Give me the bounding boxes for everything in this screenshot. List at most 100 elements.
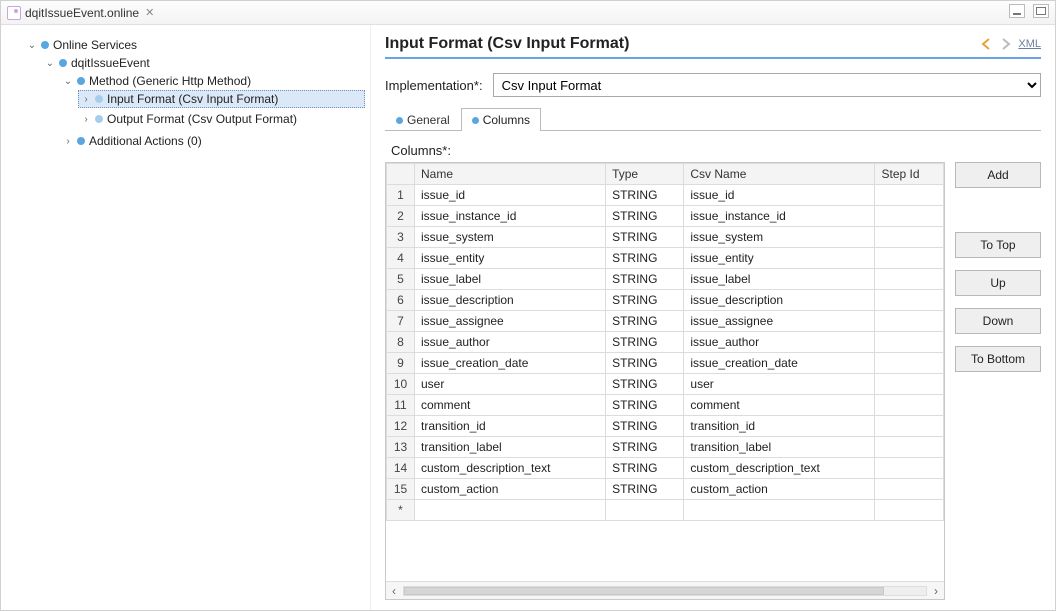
chevron-down-icon[interactable]: ⌄ <box>45 58 55 69</box>
cell-type[interactable]: STRING <box>606 416 684 437</box>
scroll-left-icon[interactable]: ‹ <box>386 582 402 599</box>
table-row[interactable]: 5issue_labelSTRINGissue_label <box>387 269 944 290</box>
cell-name[interactable]: issue_author <box>415 332 606 353</box>
nav-forward-icon[interactable] <box>998 37 1012 51</box>
cell-step-id[interactable] <box>875 206 944 227</box>
cell-name[interactable]: issue_entity <box>415 248 606 269</box>
table-row[interactable]: 8issue_authorSTRINGissue_author <box>387 332 944 353</box>
scroll-track[interactable] <box>403 586 927 596</box>
cell-csv-name[interactable]: issue_entity <box>684 248 875 269</box>
cell-type[interactable]: STRING <box>606 332 684 353</box>
cell-name[interactable]: custom_description_text <box>415 458 606 479</box>
table-row[interactable]: 10userSTRINGuser <box>387 374 944 395</box>
table-row[interactable]: 14custom_description_textSTRINGcustom_de… <box>387 458 944 479</box>
cell-type[interactable]: STRING <box>606 206 684 227</box>
tree-node-method[interactable]: ⌄ Method (Generic Http Method) <box>61 73 364 89</box>
cell-step-id[interactable] <box>875 290 944 311</box>
cell-name[interactable]: custom_action <box>415 479 606 500</box>
cell-type[interactable]: STRING <box>606 227 684 248</box>
editor-tab-title[interactable]: dqitIssueEvent.online <box>25 6 139 20</box>
table-row[interactable]: 6issue_descriptionSTRINGissue_descriptio… <box>387 290 944 311</box>
chevron-down-icon[interactable]: ⌄ <box>27 40 37 51</box>
table-row[interactable]: 4issue_entitySTRINGissue_entity <box>387 248 944 269</box>
cell-type[interactable]: STRING <box>606 290 684 311</box>
table-row[interactable]: 7issue_assigneeSTRINGissue_assignee <box>387 311 944 332</box>
cell-type[interactable]: STRING <box>606 269 684 290</box>
cell-step-id[interactable] <box>875 269 944 290</box>
col-header-csv-name[interactable]: Csv Name <box>684 164 875 185</box>
cell-type[interactable]: STRING <box>606 437 684 458</box>
up-button[interactable]: Up <box>955 270 1041 296</box>
table-row[interactable]: 11commentSTRINGcomment <box>387 395 944 416</box>
cell-name[interactable]: issue_id <box>415 185 606 206</box>
cell-csv-name[interactable]: custom_action <box>684 479 875 500</box>
cell-csv-name[interactable] <box>684 500 875 521</box>
tab-general[interactable]: General <box>385 108 461 131</box>
cell-type[interactable]: STRING <box>606 374 684 395</box>
cell-name[interactable]: user <box>415 374 606 395</box>
cell-step-id[interactable] <box>875 395 944 416</box>
table-row[interactable]: 1issue_idSTRINGissue_id <box>387 185 944 206</box>
tree-node-output-format[interactable]: › Output Format (Csv Output Format) <box>79 111 364 127</box>
chevron-right-icon[interactable]: › <box>81 94 91 105</box>
cell-csv-name[interactable]: issue_description <box>684 290 875 311</box>
cell-type[interactable]: STRING <box>606 395 684 416</box>
cell-type[interactable] <box>606 500 684 521</box>
table-row[interactable]: 2issue_instance_idSTRINGissue_instance_i… <box>387 206 944 227</box>
cell-step-id[interactable] <box>875 248 944 269</box>
to-top-button[interactable]: To Top <box>955 232 1041 258</box>
col-header-type[interactable]: Type <box>606 164 684 185</box>
cell-csv-name[interactable]: issue_label <box>684 269 875 290</box>
cell-name[interactable]: issue_label <box>415 269 606 290</box>
table-row[interactable]: 12transition_idSTRINGtransition_id <box>387 416 944 437</box>
cell-csv-name[interactable]: custom_description_text <box>684 458 875 479</box>
table-new-row[interactable]: * <box>387 500 944 521</box>
cell-step-id[interactable] <box>875 332 944 353</box>
add-button[interactable]: Add <box>955 162 1041 188</box>
close-tab-icon[interactable]: ✕ <box>145 6 154 19</box>
cell-csv-name[interactable]: issue_creation_date <box>684 353 875 374</box>
cell-csv-name[interactable]: transition_label <box>684 437 875 458</box>
tab-columns[interactable]: Columns <box>461 108 541 131</box>
chevron-down-icon[interactable]: ⌄ <box>63 76 73 87</box>
cell-name[interactable]: issue_system <box>415 227 606 248</box>
cell-csv-name[interactable]: issue_id <box>684 185 875 206</box>
table-row[interactable]: 9issue_creation_dateSTRINGissue_creation… <box>387 353 944 374</box>
cell-name[interactable]: issue_description <box>415 290 606 311</box>
cell-step-id[interactable] <box>875 500 944 521</box>
table-row[interactable]: 15custom_actionSTRINGcustom_action <box>387 479 944 500</box>
cell-type[interactable]: STRING <box>606 248 684 269</box>
col-header-name[interactable]: Name <box>415 164 606 185</box>
cell-type[interactable]: STRING <box>606 185 684 206</box>
implementation-select[interactable]: Csv Input Format <box>493 73 1041 97</box>
cell-name[interactable]: issue_assignee <box>415 311 606 332</box>
cell-step-id[interactable] <box>875 353 944 374</box>
cell-csv-name[interactable]: issue_system <box>684 227 875 248</box>
chevron-right-icon[interactable]: › <box>81 114 91 125</box>
maximize-button[interactable] <box>1033 4 1049 18</box>
cell-csv-name[interactable]: comment <box>684 395 875 416</box>
col-header-step-id[interactable]: Step Id <box>875 164 944 185</box>
scroll-thumb[interactable] <box>404 587 884 595</box>
cell-step-id[interactable] <box>875 311 944 332</box>
tree-node-dqitissueevent[interactable]: ⌄ dqitIssueEvent <box>43 55 364 71</box>
table-row[interactable]: 13transition_labelSTRINGtransition_label <box>387 437 944 458</box>
cell-step-id[interactable] <box>875 416 944 437</box>
cell-step-id[interactable] <box>875 227 944 248</box>
columns-table-scroll[interactable]: Name Type Csv Name Step Id 1issue_idSTRI… <box>386 163 944 581</box>
chevron-right-icon[interactable]: › <box>63 136 73 147</box>
cell-csv-name[interactable]: issue_assignee <box>684 311 875 332</box>
cell-type[interactable]: STRING <box>606 353 684 374</box>
tree-node-additional-actions[interactable]: › Additional Actions (0) <box>61 133 364 149</box>
table-row[interactable]: 3issue_systemSTRINGissue_system <box>387 227 944 248</box>
cell-step-id[interactable] <box>875 479 944 500</box>
cell-step-id[interactable] <box>875 458 944 479</box>
cell-step-id[interactable] <box>875 185 944 206</box>
cell-step-id[interactable] <box>875 374 944 395</box>
cell-type[interactable]: STRING <box>606 479 684 500</box>
cell-csv-name[interactable]: issue_instance_id <box>684 206 875 227</box>
cell-name[interactable]: transition_id <box>415 416 606 437</box>
tree-node-online-services[interactable]: ⌄ Online Services <box>25 37 364 53</box>
cell-csv-name[interactable]: transition_id <box>684 416 875 437</box>
cell-name[interactable]: comment <box>415 395 606 416</box>
